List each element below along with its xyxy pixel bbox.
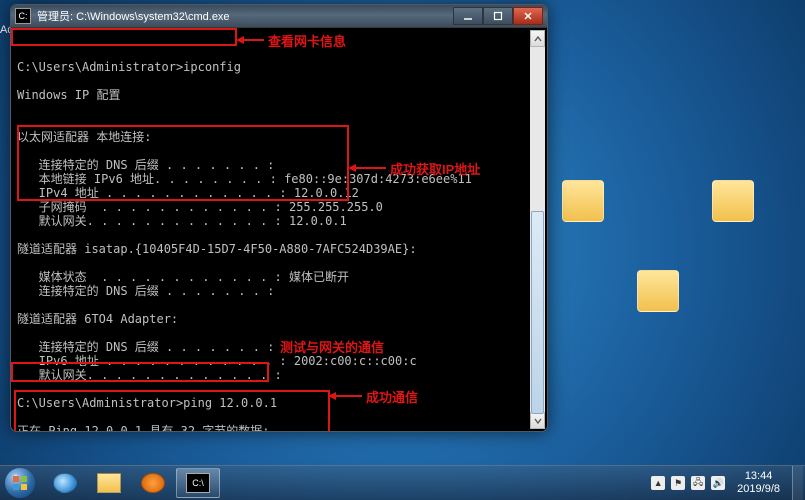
shortcut-icon (712, 180, 754, 222)
terminal-line: 隧道适配器 isatap.{10405F4D-15D7-4F50-A880-7A… (17, 242, 547, 256)
terminal-line (17, 410, 547, 424)
annotation-label-ping-cmd: 测试与网关的通信 (280, 337, 384, 356)
annotation-label-ipinfo: 成功获取IP地址 (390, 159, 480, 178)
volume-icon[interactable]: 🔊 (711, 476, 725, 490)
terminal-line (17, 74, 547, 88)
taskbar[interactable]: C:\ ▲ ⚑ 🖧 🔊 13:44 2019/9/8 (0, 465, 805, 500)
close-icon (523, 11, 533, 21)
desktop[interactable]: Ad C: 管理员: C:\Windows\system32\cmd.exe (0, 0, 805, 500)
scrollbar[interactable] (530, 30, 545, 429)
annotation-label-ping-success: 成功通信 (366, 387, 418, 406)
minimize-icon (463, 11, 473, 21)
cmd-icon: C: (15, 8, 31, 24)
shortcut-icon (562, 180, 604, 222)
command-prompt-window[interactable]: C: 管理员: C:\Windows\system32\cmd.exe C:\U… (10, 4, 548, 432)
terminal-line: 以太网适配器 本地连接: (17, 130, 547, 144)
terminal-line: 默认网关. . . . . . . . . . . . . : 12.0.0.1 (17, 214, 547, 228)
scroll-thumb[interactable] (531, 211, 544, 414)
terminal-line: 媒体状态 . . . . . . . . . . . . : 媒体已断开 (17, 270, 547, 284)
tray-chevron-icon[interactable]: ▲ (651, 476, 665, 490)
clock-time: 13:44 (737, 470, 780, 483)
network-icon[interactable]: 🖧 (691, 476, 705, 490)
start-button[interactable] (0, 466, 40, 500)
terminal-line: 子网掩码 . . . . . . . . . . . . : 255.255.2… (17, 200, 547, 214)
desktop-shortcut[interactable] (703, 180, 763, 224)
terminal-line: 默认网关. . . . . . . . . . . . . : (17, 368, 547, 382)
terminal-line: 连接特定的 DNS 后缀 . . . . . . . : (17, 284, 547, 298)
desktop-shortcut[interactable] (553, 180, 613, 224)
annotation-label-ipconfig: 查看网卡信息 (268, 31, 346, 50)
annotation-box-ipconfig (11, 28, 237, 46)
action-center-icon[interactable]: ⚑ (671, 476, 685, 490)
terminal-line (17, 102, 547, 116)
clock-date: 2019/9/8 (737, 483, 780, 496)
cmd-icon: C:\ (186, 473, 210, 493)
terminal-line (17, 382, 547, 396)
terminal-output[interactable]: C:\Users\Administrator>ipconfig Windows … (11, 28, 547, 431)
terminal-line (17, 298, 547, 312)
terminal-line: C:\Users\Administrator>ping 12.0.0.1 (17, 396, 547, 410)
scroll-down-button[interactable] (530, 412, 545, 429)
maximize-button[interactable] (483, 7, 513, 25)
chevron-down-icon (534, 417, 542, 425)
taskbar-item-cmd[interactable]: C:\ (176, 468, 220, 498)
terminal-line: C:\Users\Administrator>ipconfig (17, 60, 547, 74)
windows-logo-icon (5, 468, 35, 498)
terminal-line: IPv4 地址 . . . . . . . . . . . . : 12.0.0… (17, 186, 547, 200)
scroll-track[interactable] (530, 47, 545, 412)
clock[interactable]: 13:44 2019/9/8 (731, 470, 786, 496)
taskbar-item-explorer[interactable] (88, 469, 130, 497)
minimize-button[interactable] (453, 7, 483, 25)
terminal-line: Windows IP 配置 (17, 88, 547, 102)
folder-icon (97, 473, 121, 493)
maximize-icon (493, 11, 503, 21)
scroll-up-button[interactable] (530, 30, 545, 47)
shortcut-icon (637, 270, 679, 312)
terminal-line (17, 228, 547, 242)
chevron-up-icon (534, 35, 542, 43)
terminal-line: 正在 Ping 12.0.0.1 具有 32 字节的数据: (17, 424, 547, 431)
terminal-line (17, 144, 547, 158)
titlebar[interactable]: C: 管理员: C:\Windows\system32\cmd.exe (11, 5, 547, 28)
wmp-icon (141, 473, 165, 493)
terminal-line: 隧道适配器 6TO4 Adapter: (17, 312, 547, 326)
window-title: 管理员: C:\Windows\system32\cmd.exe (37, 8, 453, 24)
taskbar-item-ie[interactable] (44, 469, 86, 497)
close-button[interactable] (513, 7, 543, 25)
ie-icon (53, 473, 77, 493)
desktop-shortcut[interactable] (628, 270, 688, 314)
system-tray[interactable]: ▲ ⚑ 🖧 🔊 13:44 2019/9/8 (651, 466, 805, 500)
terminal-line (17, 116, 547, 130)
show-desktop-button[interactable] (792, 466, 803, 500)
terminal-line (17, 256, 547, 270)
terminal-line: IPv6 地址 . . . . . . . . . . . . : 2002:c… (17, 354, 547, 368)
taskbar-item-wmp[interactable] (132, 469, 174, 497)
